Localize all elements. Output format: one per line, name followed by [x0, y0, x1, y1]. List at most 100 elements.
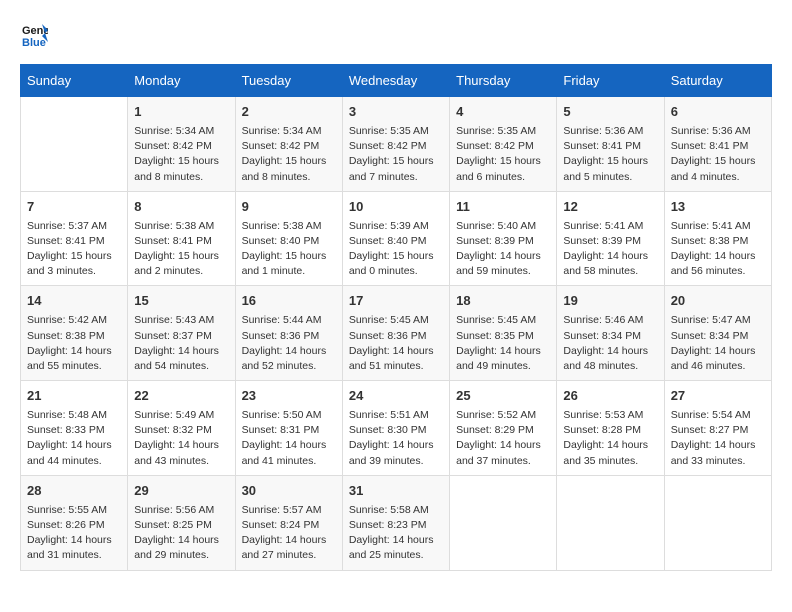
day-info: Sunrise: 5:53 AM Sunset: 8:28 PM Dayligh… [563, 408, 657, 469]
day-info: Sunrise: 5:52 AM Sunset: 8:29 PM Dayligh… [456, 408, 550, 469]
day-info: Sunrise: 5:38 AM Sunset: 8:41 PM Dayligh… [134, 219, 228, 280]
day-info: Sunrise: 5:46 AM Sunset: 8:34 PM Dayligh… [563, 313, 657, 374]
calendar-cell: 5 Sunrise: 5:36 AM Sunset: 8:41 PM Daylig… [557, 97, 664, 192]
day-number: 12 [563, 198, 657, 217]
calendar-cell: 8 Sunrise: 5:38 AM Sunset: 8:41 PM Daylig… [128, 191, 235, 286]
calendar-cell: 3 Sunrise: 5:35 AM Sunset: 8:42 PM Daylig… [342, 97, 449, 192]
day-number: 26 [563, 387, 657, 406]
day-number: 11 [456, 198, 550, 217]
calendar-cell: 4 Sunrise: 5:35 AM Sunset: 8:42 PM Daylig… [450, 97, 557, 192]
day-number: 30 [242, 482, 336, 501]
day-info: Sunrise: 5:34 AM Sunset: 8:42 PM Dayligh… [242, 124, 336, 185]
day-number: 3 [349, 103, 443, 122]
calendar-cell: 31 Sunrise: 5:58 AM Sunset: 8:23 PM Dayli… [342, 475, 449, 570]
calendar-cell: 20 Sunrise: 5:47 AM Sunset: 8:34 PM Dayli… [664, 286, 771, 381]
day-info: Sunrise: 5:42 AM Sunset: 8:38 PM Dayligh… [27, 313, 121, 374]
day-number: 14 [27, 292, 121, 311]
calendar-cell: 11 Sunrise: 5:40 AM Sunset: 8:39 PM Dayli… [450, 191, 557, 286]
calendar-cell: 23 Sunrise: 5:50 AM Sunset: 8:31 PM Dayli… [235, 381, 342, 476]
calendar-cell: 25 Sunrise: 5:52 AM Sunset: 8:29 PM Dayli… [450, 381, 557, 476]
day-info: Sunrise: 5:40 AM Sunset: 8:39 PM Dayligh… [456, 219, 550, 280]
day-info: Sunrise: 5:49 AM Sunset: 8:32 PM Dayligh… [134, 408, 228, 469]
week-row-4: 21Sunrise: 5:48 AM Sunset: 8:33 PM Dayli… [21, 381, 772, 476]
calendar-cell: 9 Sunrise: 5:38 AM Sunset: 8:40 PM Daylig… [235, 191, 342, 286]
day-info: Sunrise: 5:55 AM Sunset: 8:26 PM Dayligh… [27, 503, 121, 564]
logo-icon: General Blue [20, 20, 48, 48]
calendar-cell: 16Sunrise: 5:44 AM Sunset: 8:36 PM Dayli… [235, 286, 342, 381]
calendar-cell: 10 Sunrise: 5:39 AM Sunset: 8:40 PM Dayli… [342, 191, 449, 286]
day-number: 9 [242, 198, 336, 217]
day-number: 5 [563, 103, 657, 122]
day-number: 10 [349, 198, 443, 217]
week-row-3: 14 Sunrise: 5:42 AM Sunset: 8:38 PM Dayli… [21, 286, 772, 381]
calendar-cell: 6 Sunrise: 5:36 AM Sunset: 8:41 PM Daylig… [664, 97, 771, 192]
day-number: 31 [349, 482, 443, 501]
calendar-cell [664, 475, 771, 570]
calendar-cell: 1 Sunrise: 5:34 AM Sunset: 8:42 PM Daylig… [128, 97, 235, 192]
day-number: 4 [456, 103, 550, 122]
weekday-header-thursday: Thursday [450, 65, 557, 97]
weekday-header-wednesday: Wednesday [342, 65, 449, 97]
day-number: 6 [671, 103, 765, 122]
weekday-header-friday: Friday [557, 65, 664, 97]
day-info: Sunrise: 5:41 AM Sunset: 8:39 PM Dayligh… [563, 219, 657, 280]
calendar-table: SundayMondayTuesdayWednesdayThursdayFrid… [20, 64, 772, 571]
day-info: Sunrise: 5:36 AM Sunset: 8:41 PM Dayligh… [563, 124, 657, 185]
weekday-header-monday: Monday [128, 65, 235, 97]
calendar-cell: 18 Sunrise: 5:45 AM Sunset: 8:35 PM Dayli… [450, 286, 557, 381]
day-number: 23 [242, 387, 336, 406]
day-info: Sunrise: 5:35 AM Sunset: 8:42 PM Dayligh… [349, 124, 443, 185]
calendar-cell: 28Sunrise: 5:55 AM Sunset: 8:26 PM Dayli… [21, 475, 128, 570]
day-number: 16 [242, 292, 336, 311]
calendar-cell: 15 Sunrise: 5:43 AM Sunset: 8:37 PM Dayli… [128, 286, 235, 381]
weekday-header-row: SundayMondayTuesdayWednesdayThursdayFrid… [21, 65, 772, 97]
day-number: 20 [671, 292, 765, 311]
day-info: Sunrise: 5:39 AM Sunset: 8:40 PM Dayligh… [349, 219, 443, 280]
day-number: 18 [456, 292, 550, 311]
day-number: 17 [349, 292, 443, 311]
day-info: Sunrise: 5:45 AM Sunset: 8:36 PM Dayligh… [349, 313, 443, 374]
day-info: Sunrise: 5:54 AM Sunset: 8:27 PM Dayligh… [671, 408, 765, 469]
day-info: Sunrise: 5:51 AM Sunset: 8:30 PM Dayligh… [349, 408, 443, 469]
day-info: Sunrise: 5:37 AM Sunset: 8:41 PM Dayligh… [27, 219, 121, 280]
day-info: Sunrise: 5:48 AM Sunset: 8:33 PM Dayligh… [27, 408, 121, 469]
calendar-cell: 17 Sunrise: 5:45 AM Sunset: 8:36 PM Dayli… [342, 286, 449, 381]
day-number: 29 [134, 482, 228, 501]
day-number: 13 [671, 198, 765, 217]
day-number: 7 [27, 198, 121, 217]
calendar-cell: 27 Sunrise: 5:54 AM Sunset: 8:27 PM Dayli… [664, 381, 771, 476]
day-number: 15 [134, 292, 228, 311]
day-info: Sunrise: 5:35 AM Sunset: 8:42 PM Dayligh… [456, 124, 550, 185]
day-number: 8 [134, 198, 228, 217]
day-info: Sunrise: 5:45 AM Sunset: 8:35 PM Dayligh… [456, 313, 550, 374]
calendar-cell: 24 Sunrise: 5:51 AM Sunset: 8:30 PM Dayli… [342, 381, 449, 476]
day-info: Sunrise: 5:43 AM Sunset: 8:37 PM Dayligh… [134, 313, 228, 374]
calendar-cell: 13Sunrise: 5:41 AM Sunset: 8:38 PM Dayli… [664, 191, 771, 286]
day-number: 1 [134, 103, 228, 122]
day-number: 22 [134, 387, 228, 406]
page-header: General Blue [20, 20, 772, 48]
day-info: Sunrise: 5:56 AM Sunset: 8:25 PM Dayligh… [134, 503, 228, 564]
week-row-5: 28Sunrise: 5:55 AM Sunset: 8:26 PM Dayli… [21, 475, 772, 570]
calendar-cell [557, 475, 664, 570]
day-info: Sunrise: 5:36 AM Sunset: 8:41 PM Dayligh… [671, 124, 765, 185]
weekday-header-saturday: Saturday [664, 65, 771, 97]
calendar-cell [450, 475, 557, 570]
calendar-cell: 12 Sunrise: 5:41 AM Sunset: 8:39 PM Dayli… [557, 191, 664, 286]
calendar-cell: 21Sunrise: 5:48 AM Sunset: 8:33 PM Dayli… [21, 381, 128, 476]
calendar-cell: 2 Sunrise: 5:34 AM Sunset: 8:42 PM Daylig… [235, 97, 342, 192]
day-number: 25 [456, 387, 550, 406]
day-info: Sunrise: 5:38 AM Sunset: 8:40 PM Dayligh… [242, 219, 336, 280]
day-number: 27 [671, 387, 765, 406]
day-info: Sunrise: 5:50 AM Sunset: 8:31 PM Dayligh… [242, 408, 336, 469]
logo: General Blue [20, 20, 52, 48]
weekday-header-tuesday: Tuesday [235, 65, 342, 97]
day-info: Sunrise: 5:47 AM Sunset: 8:34 PM Dayligh… [671, 313, 765, 374]
calendar-cell: 7 Sunrise: 5:37 AM Sunset: 8:41 PM Daylig… [21, 191, 128, 286]
day-info: Sunrise: 5:34 AM Sunset: 8:42 PM Dayligh… [134, 124, 228, 185]
calendar-cell: 19Sunrise: 5:46 AM Sunset: 8:34 PM Dayli… [557, 286, 664, 381]
day-info: Sunrise: 5:58 AM Sunset: 8:23 PM Dayligh… [349, 503, 443, 564]
day-number: 24 [349, 387, 443, 406]
svg-text:Blue: Blue [22, 37, 46, 48]
day-number: 2 [242, 103, 336, 122]
